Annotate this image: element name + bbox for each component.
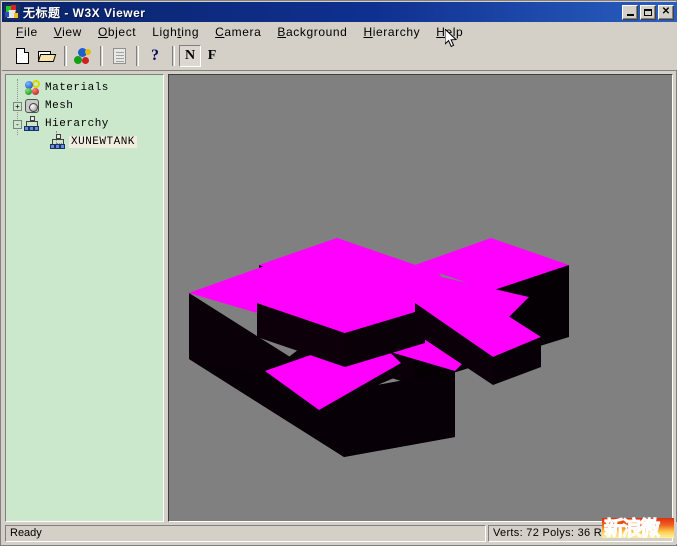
list-icon	[112, 48, 126, 64]
expand-mesh-button[interactable]: +	[13, 101, 22, 111]
hierarchy-icon	[50, 134, 66, 150]
model-viewport[interactable]	[168, 74, 673, 522]
menu-bar: File View Object Lighting Camera Backgro…	[2, 22, 677, 42]
toolbar-separator-2	[100, 46, 103, 66]
menu-hierarchy[interactable]: Hierarchy	[355, 23, 428, 41]
tree-node-label: Mesh	[45, 100, 74, 112]
toolbar-separator-3	[136, 46, 139, 66]
window-controls: ✕	[622, 4, 675, 20]
maximize-button[interactable]	[640, 4, 656, 20]
app-icon	[4, 4, 20, 20]
close-icon: ✕	[661, 6, 671, 17]
tree-node-materials[interactable]: Materials	[6, 79, 163, 97]
frames-toggle[interactable]: F	[201, 45, 223, 67]
status-bar: Ready Verts: 72 Polys: 36 Ratio: 1.00	[2, 522, 677, 544]
menu-camera[interactable]: Camera	[207, 23, 269, 41]
hierarchy-tree-panel[interactable]: Materials + Mesh - Hierarchy XUNEWTANK	[5, 74, 164, 522]
w3x-viewer-window: 无标题 - W3X Viewer ✕ File View Object Ligh…	[0, 0, 677, 546]
status-stats: Verts: 72 Polys: 36 Ratio: 1.00	[488, 524, 673, 542]
properties-button[interactable]	[107, 45, 131, 68]
maximize-icon	[644, 8, 652, 16]
toolbar: ? N F	[2, 42, 677, 71]
menu-file[interactable]: File	[8, 23, 46, 41]
menu-view[interactable]: View	[46, 23, 90, 41]
window-title: 无标题 - W3X Viewer	[23, 5, 146, 20]
open-folder-icon	[37, 49, 57, 63]
tree-node-mesh[interactable]: + Mesh	[6, 97, 163, 115]
menu-object[interactable]: Object	[90, 23, 144, 41]
collapse-hierarchy-button[interactable]: -	[13, 119, 22, 129]
hierarchy-icon	[24, 116, 40, 132]
model-render	[169, 75, 672, 521]
new-document-icon	[15, 48, 29, 64]
open-file-button[interactable]	[35, 45, 59, 68]
tree-node-label: Hierarchy	[45, 118, 109, 130]
question-mark-icon: ?	[151, 47, 159, 64]
tree-node-label: Materials	[45, 82, 109, 94]
tree-node-hierarchy[interactable]: - Hierarchy	[6, 115, 163, 133]
palette-icon	[74, 47, 92, 65]
help-button[interactable]: ?	[143, 45, 167, 68]
status-message: Ready	[5, 524, 486, 542]
tree-node-label: XUNEWTANK	[69, 136, 137, 148]
toolbar-separator-1	[64, 46, 67, 66]
mesh-icon	[24, 98, 40, 114]
materials-icon	[24, 80, 40, 96]
tree-node-xunewtank[interactable]: XUNEWTANK	[6, 133, 163, 151]
close-button[interactable]: ✕	[658, 4, 674, 20]
toolbar-separator-4	[172, 46, 175, 66]
menu-lighting[interactable]: Lighting	[144, 23, 207, 41]
minimize-icon	[626, 14, 634, 16]
menu-background[interactable]: Background	[269, 23, 355, 41]
materials-button[interactable]	[71, 45, 95, 68]
title-bar[interactable]: 无标题 - W3X Viewer ✕	[2, 2, 677, 22]
minimize-button[interactable]	[622, 4, 638, 20]
new-file-button[interactable]	[10, 45, 34, 68]
normals-toggle[interactable]: N	[179, 45, 201, 67]
menu-help[interactable]: Help	[428, 23, 471, 41]
